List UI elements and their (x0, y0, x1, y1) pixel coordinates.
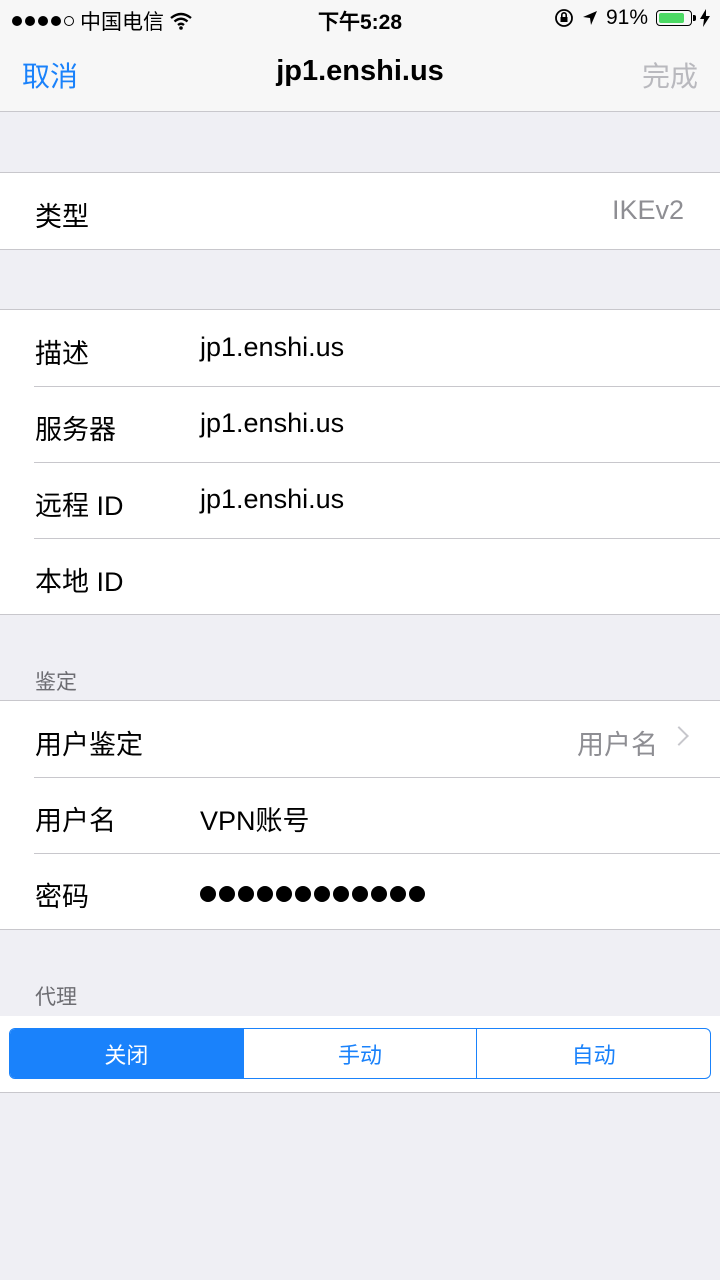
page-title: jp1.enshi.us (276, 55, 444, 87)
local-id-row: 本地 ID (0, 538, 720, 614)
orientation-lock-icon (555, 9, 573, 27)
chevron-right-icon (669, 726, 689, 746)
status-bar: 中国电信 下午5:28 91% (0, 0, 720, 36)
charging-bolt-icon (700, 9, 710, 27)
carrier-name: 中国电信 (80, 11, 164, 34)
type-row[interactable]: 类型 IKEv2 (0, 173, 720, 249)
battery-level (659, 13, 684, 23)
wifi-icon (170, 12, 192, 30)
proxy-option-auto[interactable]: 自动 (476, 1029, 710, 1078)
status-bar-right: 91% (554, 6, 710, 30)
username-label: 用户名 (35, 806, 116, 836)
server-row: 服务器 jp1.enshi.us (0, 386, 720, 462)
type-value: IKEv2 (611, 195, 684, 225)
auth-section-header: 鉴定 (35, 671, 77, 694)
signal-strength-icon (12, 16, 74, 26)
password-dot (314, 886, 330, 902)
local-id-label: 本地 ID (35, 567, 124, 597)
password-dot (371, 886, 387, 902)
type-label: 类型 (35, 202, 89, 232)
password-dot (219, 886, 235, 902)
description-row: 描述 jp1.enshi.us (0, 310, 720, 386)
password-dot (238, 886, 254, 902)
password-dot (257, 886, 273, 902)
status-bar-left: 中国电信 (12, 6, 192, 36)
user-auth-value: 用户名 (577, 730, 658, 760)
password-dot (390, 886, 406, 902)
server-field[interactable]: jp1.enshi.us (200, 408, 344, 439)
username-row: 用户名 VPN账号 (0, 777, 720, 853)
description-field[interactable]: jp1.enshi.us (200, 332, 344, 363)
battery-icon (656, 10, 696, 26)
proxy-option-off[interactable]: 关闭 (10, 1029, 243, 1078)
remote-id-label: 远程 ID (35, 491, 124, 521)
auth-group: 用户鉴定 用户名 用户名 VPN账号 密码 (0, 700, 720, 930)
proxy-section-header: 代理 (35, 986, 77, 1009)
type-group: 类型 IKEv2 (0, 172, 720, 250)
user-auth-row[interactable]: 用户鉴定 用户名 (0, 701, 720, 777)
done-button[interactable]: 完成 (642, 55, 698, 95)
proxy-segmented-control: 关闭 手动 自动 (9, 1028, 711, 1079)
password-field[interactable] (200, 886, 425, 902)
user-auth-label: 用户鉴定 (35, 730, 143, 760)
connection-group: 描述 jp1.enshi.us 服务器 jp1.enshi.us 远程 ID j… (0, 309, 720, 615)
remote-id-row: 远程 ID jp1.enshi.us (0, 462, 720, 538)
remote-id-field[interactable]: jp1.enshi.us (200, 484, 344, 515)
password-label: 密码 (35, 882, 89, 912)
local-id-field[interactable] (200, 560, 680, 592)
password-dot (333, 886, 349, 902)
battery-percent: 91% (605, 6, 648, 29)
username-field[interactable]: VPN账号 (200, 799, 310, 838)
location-arrow-icon (582, 11, 597, 25)
password-dot (352, 886, 368, 902)
password-dot (295, 886, 311, 902)
server-label: 服务器 (35, 415, 116, 445)
proxy-row: 关闭 手动 自动 (0, 1016, 720, 1093)
password-row: 密码 (0, 853, 720, 929)
cancel-button[interactable]: 取消 (22, 55, 78, 95)
password-dot (200, 886, 216, 902)
proxy-option-manual[interactable]: 手动 (242, 1029, 477, 1078)
password-dot (276, 886, 292, 902)
description-label: 描述 (35, 339, 89, 369)
password-dot (409, 886, 425, 902)
navigation-bar: 取消 jp1.enshi.us 完成 (0, 36, 720, 112)
